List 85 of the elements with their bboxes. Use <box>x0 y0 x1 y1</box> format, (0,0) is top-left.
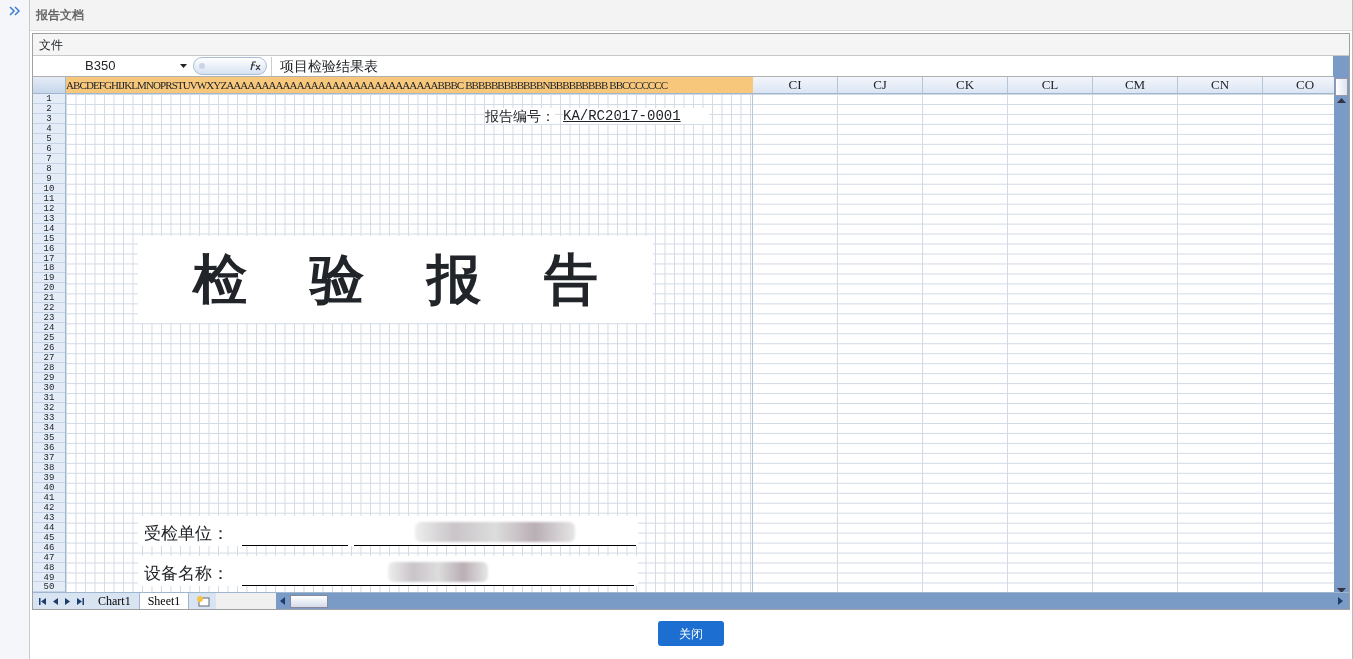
row-header[interactable]: 16 <box>33 243 65 254</box>
row-header[interactable]: 42 <box>33 502 65 513</box>
row-header[interactable]: 8 <box>33 163 65 174</box>
column-header[interactable]: CK <box>923 77 1008 93</box>
scroll-right-icon[interactable] <box>1338 597 1343 605</box>
scroll-thumb[interactable] <box>1335 78 1348 96</box>
row-header[interactable]: 28 <box>33 363 65 374</box>
row-header[interactable]: 18 <box>33 263 65 274</box>
row-header[interactable]: 7 <box>33 153 65 164</box>
row-header[interactable]: 10 <box>33 183 65 194</box>
row-header[interactable]: 40 <box>33 482 65 493</box>
row-header[interactable]: 14 <box>33 223 65 234</box>
row-header[interactable]: 49 <box>33 572 65 583</box>
row-header[interactable]: 13 <box>33 213 65 224</box>
horizontal-scrollbar[interactable] <box>276 593 1349 609</box>
row-header[interactable]: 32 <box>33 403 65 413</box>
row-header[interactable]: 12 <box>33 203 65 214</box>
row-header[interactable]: 41 <box>33 492 65 503</box>
last-sheet-icon[interactable] <box>77 597 84 605</box>
row-header[interactable]: 44 <box>33 522 65 533</box>
column-headers[interactable]: ABCDEFGHIJKLMNOPRSTUVWXYZAAAAAAAAAAAAAAAAAAAAAAAAAAAAAABBBC BBBBBBBBBBBBNBBBBBBBBB BBCCCCCCC <box>66 77 753 94</box>
row-header[interactable]: 26 <box>33 343 65 354</box>
row-header[interactable]: 30 <box>33 383 65 394</box>
cell-reference: B350 <box>85 57 116 76</box>
previous-sheet-icon[interactable] <box>53 597 58 605</box>
scroll-up-icon[interactable] <box>1337 98 1346 103</box>
row-header[interactable]: 2 <box>33 103 65 114</box>
column-header[interactable]: CM <box>1093 77 1178 93</box>
field-label: 设备名称： <box>143 562 230 585</box>
circle-icon <box>198 62 206 70</box>
row-header[interactable]: 17 <box>33 253 65 264</box>
row-header[interactable]: 45 <box>33 532 65 543</box>
row-header[interactable]: 15 <box>33 233 65 244</box>
row-header[interactable]: 6 <box>33 143 65 154</box>
column-header[interactable]: CN <box>1178 77 1263 93</box>
sheet-tab[interactable]: Sheet1 <box>139 593 190 609</box>
new-sheet-tab[interactable] <box>189 593 217 609</box>
column-header[interactable]: CI <box>753 77 838 93</box>
row-header[interactable]: 19 <box>33 273 65 284</box>
row-header[interactable]: 34 <box>33 422 65 433</box>
function-icon[interactable] <box>248 61 262 71</box>
row-header[interactable]: 36 <box>33 442 65 453</box>
row-header[interactable]: 5 <box>33 133 65 144</box>
column-header[interactable]: CL <box>1008 77 1093 93</box>
report-title: 检 验 报 告 <box>138 236 653 323</box>
column-header[interactable]: CJ <box>838 77 923 93</box>
row-header[interactable]: 21 <box>33 293 65 304</box>
field-label: 受检单位： <box>143 522 230 545</box>
row-header[interactable]: 43 <box>33 512 65 523</box>
menu-item[interactable]: 文件 <box>39 38 63 52</box>
row-header[interactable]: 20 <box>33 283 65 294</box>
sheet-tab[interactable]: Chart1 <box>90 593 140 609</box>
row-header[interactable]: 47 <box>33 552 65 563</box>
row-header[interactable]: 29 <box>33 373 65 384</box>
scrollbar-corner <box>1333 55 1349 77</box>
row-header[interactable]: 1 <box>33 94 65 104</box>
first-sheet-icon[interactable] <box>39 597 46 605</box>
row-header[interactable]: 11 <box>33 193 65 204</box>
report-number: KA/RC2017-0001 <box>563 108 709 124</box>
row-header[interactable]: 39 <box>33 472 65 483</box>
row-header[interactable]: 23 <box>33 313 65 324</box>
next-sheet-icon[interactable] <box>65 597 70 605</box>
row-header[interactable]: 33 <box>33 413 65 423</box>
row-header[interactable]: 22 <box>33 303 65 314</box>
row-header[interactable]: 4 <box>33 123 65 134</box>
window-title: 报告文档 <box>30 0 1352 31</box>
report-number-label: 报告编号： <box>485 108 555 124</box>
row-header[interactable]: 25 <box>33 333 65 344</box>
vertical-scrollbar[interactable] <box>1334 77 1349 592</box>
row-header[interactable]: 24 <box>33 323 65 334</box>
row-header[interactable]: 46 <box>33 542 65 553</box>
dropdown-caret-icon[interactable] <box>180 64 187 68</box>
row-header[interactable]: 35 <box>33 432 65 443</box>
row-header[interactable]: 37 <box>33 452 65 463</box>
row-header[interactable]: 9 <box>33 173 65 184</box>
scroll-left-icon[interactable] <box>280 597 286 605</box>
expand-icon[interactable] <box>9 6 20 16</box>
new-sheet-icon[interactable] <box>195 595 210 607</box>
scroll-thumb[interactable] <box>290 594 329 608</box>
close-button[interactable]: 关闭 <box>658 621 724 646</box>
row-header[interactable]: 27 <box>33 353 65 364</box>
row-header[interactable]: 31 <box>33 393 65 404</box>
row-header[interactable]: 48 <box>33 562 65 573</box>
row-header[interactable]: 3 <box>33 113 65 124</box>
row-header[interactable]: 38 <box>33 462 65 473</box>
